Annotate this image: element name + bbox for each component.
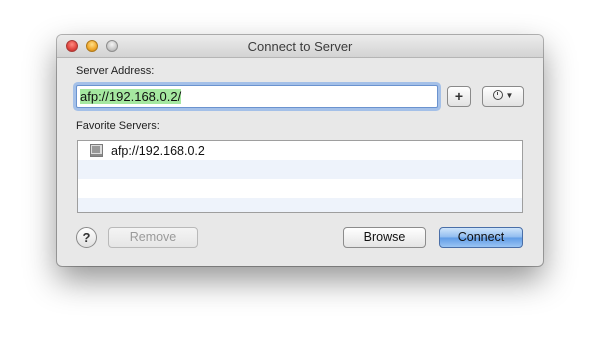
remove-button[interactable]: Remove	[108, 227, 198, 248]
connect-to-server-window: Connect to Server Server Address: afp://…	[57, 35, 543, 266]
window-title: Connect to Server	[247, 39, 353, 54]
clock-icon	[492, 90, 503, 100]
empty-list-row	[78, 198, 522, 212]
browse-button[interactable]: Browse	[343, 227, 426, 248]
empty-list-row	[78, 160, 522, 179]
add-to-favorites-button[interactable]: +	[447, 86, 471, 107]
server-address-value: afp://192.168.0.2/	[80, 89, 182, 104]
list-item[interactable]: afp://192.168.0.2	[78, 141, 522, 160]
server-icon	[90, 144, 103, 157]
server-address-label: Server Address:	[76, 65, 155, 77]
recent-servers-button[interactable]: ▼	[482, 86, 524, 107]
empty-list-row	[78, 179, 522, 198]
server-address-input[interactable]: afp://192.168.0.2/	[76, 85, 438, 108]
chevron-down-icon: ▼	[505, 91, 514, 100]
help-button[interactable]: ?	[76, 227, 97, 248]
list-item-label: afp://192.168.0.2	[111, 143, 205, 158]
favorite-servers-label: Favorite Servers:	[76, 120, 160, 132]
favorite-servers-list[interactable]: afp://192.168.0.2	[77, 140, 523, 213]
title-bar: Connect to Server	[57, 35, 543, 58]
connect-button[interactable]: Connect	[439, 227, 523, 248]
